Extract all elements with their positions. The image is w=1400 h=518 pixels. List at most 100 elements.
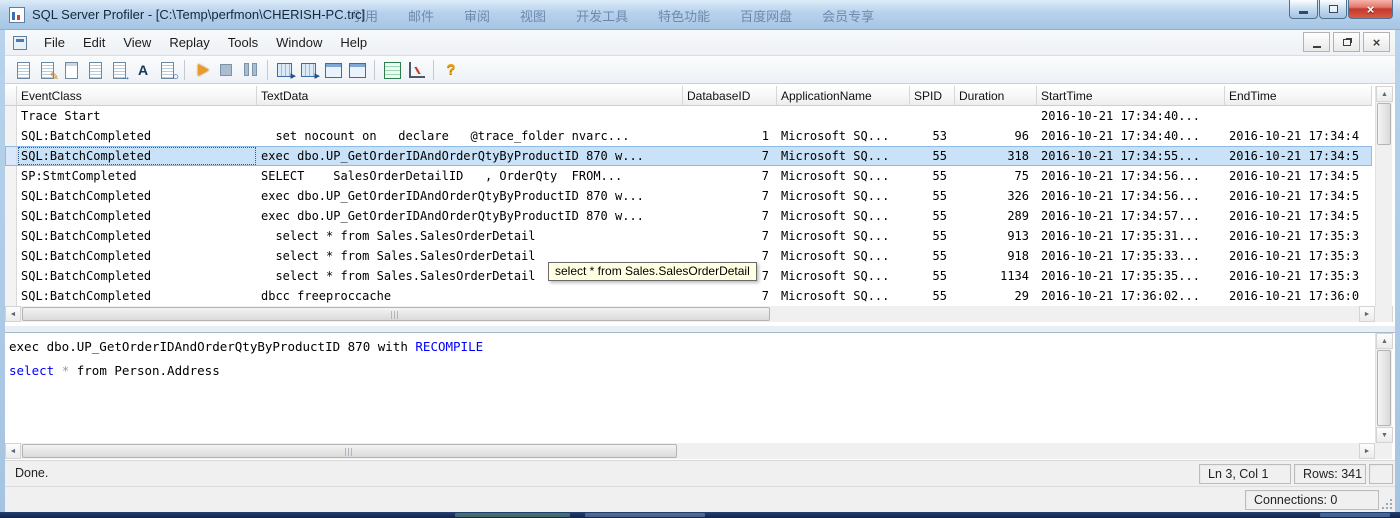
title-bar[interactable]: SQL Server Profiler - [C:\Temp\perfmon\C… <box>0 0 1400 30</box>
cell-start: 2016-10-21 17:34:55... <box>1041 149 1200 163</box>
new-trace-icon[interactable] <box>12 59 34 81</box>
minimize-button[interactable] <box>1289 0 1318 19</box>
scroll-thumb[interactable] <box>1377 103 1391 145</box>
mdi-minimize-button[interactable] <box>1303 32 1330 52</box>
replay-run-to-cursor-icon[interactable] <box>298 59 320 82</box>
connections-bar: Connections: 0 <box>5 486 1395 512</box>
cell-dbid: 7 <box>761 229 769 243</box>
cell-event: SQL:BatchCompleted <box>21 269 152 283</box>
cell-end: 2016-10-21 17:34:5 <box>1229 169 1360 183</box>
sql-details-pane[interactable]: exec dbo.UP_GetOrderIDAndOrderQtyByProdu… <box>5 332 1395 460</box>
trace-row[interactable]: SQL:BatchCompleted exec dbo.UP_GetOrderID… <box>5 186 1372 206</box>
column-header-spid[interactable]: SPID <box>910 86 955 106</box>
scroll-left-icon[interactable]: ◄ <box>5 443 21 459</box>
row-gutter <box>5 126 17 146</box>
background-tab: 视图 <box>520 8 547 24</box>
cell-text: SELECT SalesOrderDetailID , OrderQty FRO… <box>261 169 623 183</box>
details-horizontal-scrollbar[interactable]: ◄ ► <box>5 443 1375 459</box>
cell-event: SQL:BatchCompleted <box>21 229 152 243</box>
start-trace-icon[interactable] <box>191 59 213 81</box>
background-tab: 百度网盘 <box>740 8 793 24</box>
scroll-down-icon[interactable]: ▼ <box>1376 427 1393 443</box>
menu-item-edit[interactable]: Edit <box>74 30 114 56</box>
cell-duration: 918 <box>1007 249 1029 263</box>
cell-end: 2016-10-21 17:34:4 <box>1229 129 1360 143</box>
column-header-event[interactable]: EventClass <box>17 86 257 106</box>
line-col-indicator: Ln 3, Col 1 <box>1199 464 1291 484</box>
cell-text <box>257 106 683 126</box>
toolbar-separator <box>433 59 434 80</box>
mdi-close-button[interactable]: × <box>1363 32 1390 52</box>
row-gutter <box>5 266 17 286</box>
scroll-right-icon[interactable]: ► <box>1359 443 1375 459</box>
row-gutter <box>5 226 17 246</box>
open-trace-icon[interactable] <box>60 59 82 81</box>
cell-event: SQL:BatchCompleted <box>21 289 152 303</box>
extract-event-data-icon[interactable] <box>381 59 403 81</box>
window-layout-icon[interactable] <box>346 59 368 81</box>
column-header-duration[interactable]: Duration <box>955 86 1037 106</box>
scroll-right-icon[interactable]: ► <box>1359 306 1375 322</box>
menu-item-window[interactable]: Window <box>267 30 331 56</box>
pause-trace-icon[interactable] <box>239 59 261 81</box>
scroll-up-icon[interactable]: ▲ <box>1376 86 1393 102</box>
scroll-left-icon[interactable]: ◄ <box>5 306 21 322</box>
column-header-text[interactable]: TextData <box>257 86 683 106</box>
resize-grip[interactable] <box>1379 496 1394 511</box>
stop-trace-icon[interactable] <box>215 59 237 81</box>
close-button[interactable]: × <box>1348 0 1393 19</box>
cell-app: Microsoft SQ... <box>781 249 890 263</box>
trace-row[interactable]: SQL:BatchCompleted exec dbo.UP_GetOrderID… <box>5 146 1372 166</box>
tooltip: select * from Sales.SalesOrderDetail <box>548 262 757 281</box>
menu-item-replay[interactable]: Replay <box>160 30 218 56</box>
row-gutter <box>5 246 17 266</box>
scroll-thumb[interactable] <box>22 444 677 458</box>
column-header-start[interactable]: StartTime <box>1037 86 1225 106</box>
trace-row[interactable]: SQL:BatchCompleted dbcc freeproccache 7 Mic… <box>5 286 1372 306</box>
export-trace-icon[interactable] <box>108 59 131 83</box>
replay-step-icon[interactable] <box>274 59 296 82</box>
help-icon[interactable]: ? <box>440 59 462 81</box>
save-trace-icon[interactable] <box>84 59 106 81</box>
maximize-button[interactable] <box>1319 0 1347 19</box>
window-title: SQL Server Profiler - [C:\Temp\perfmon\C… <box>32 7 366 22</box>
cell-start: 2016-10-21 17:34:57... <box>1041 209 1200 223</box>
column-header-app[interactable]: ApplicationName <box>777 86 910 106</box>
column-header-dbid[interactable]: DatabaseID <box>683 86 777 106</box>
details-vertical-scrollbar[interactable]: ▲ ▼ <box>1375 333 1393 443</box>
background-tab: 会员专享 <box>822 8 875 24</box>
trace-row[interactable]: SQL:BatchCompleted exec dbo.UP_GetOrderID… <box>5 206 1372 226</box>
cell-end: 2016-10-21 17:34:5 <box>1229 209 1360 223</box>
cell-dbid: 7 <box>761 149 769 163</box>
grid-vertical-scrollbar[interactable]: ▲ ▼ <box>1375 86 1393 322</box>
grid-horizontal-scrollbar[interactable]: ◄ ► <box>5 306 1375 322</box>
menu-item-file[interactable]: File <box>35 30 74 56</box>
cell-spid: 55 <box>932 189 947 203</box>
trace-document-icon[interactable] <box>13 35 27 50</box>
scroll-thumb[interactable] <box>22 307 770 321</box>
trace-row[interactable]: SQL:BatchCompleted set nocount on declar… <box>5 126 1372 146</box>
menu-item-tools[interactable]: Tools <box>219 30 267 56</box>
cell-end: 2016-10-21 17:34:5 <box>1229 189 1360 203</box>
trace-row[interactable]: Trace Start 2016-10-21 17:34:40... <box>5 106 1372 126</box>
menu-item-view[interactable]: View <box>114 30 160 56</box>
taskbar-item <box>585 513 705 517</box>
cell-end: 2016-10-21 17:35:3 <box>1229 229 1360 243</box>
trace-row[interactable]: SQL:BatchCompleted select * from Sales.S… <box>5 226 1372 246</box>
cell-event: Trace Start <box>21 109 101 123</box>
menu-item-help[interactable]: Help <box>331 30 376 56</box>
column-header-end[interactable]: EndTime <box>1225 86 1372 106</box>
trace-row[interactable]: SP:StmtCompleted SELECT SalesOrderDetailI… <box>5 166 1372 186</box>
find-icon[interactable]: A <box>132 59 154 81</box>
search-events-icon[interactable] <box>156 59 179 83</box>
scroll-up-icon[interactable]: ▲ <box>1376 333 1393 349</box>
trace-properties-icon[interactable] <box>36 59 59 83</box>
performance-counters-icon[interactable] <box>405 59 427 81</box>
cell-duration: 75 <box>1014 169 1029 183</box>
scroll-thumb[interactable] <box>1377 350 1391 426</box>
toggle-breakpoint-icon[interactable] <box>322 59 344 81</box>
cell-spid: 55 <box>932 289 947 303</box>
cell-app: Microsoft SQ... <box>781 269 890 283</box>
mdi-restore-button[interactable] <box>1333 32 1360 52</box>
taskbar-item <box>455 513 570 517</box>
